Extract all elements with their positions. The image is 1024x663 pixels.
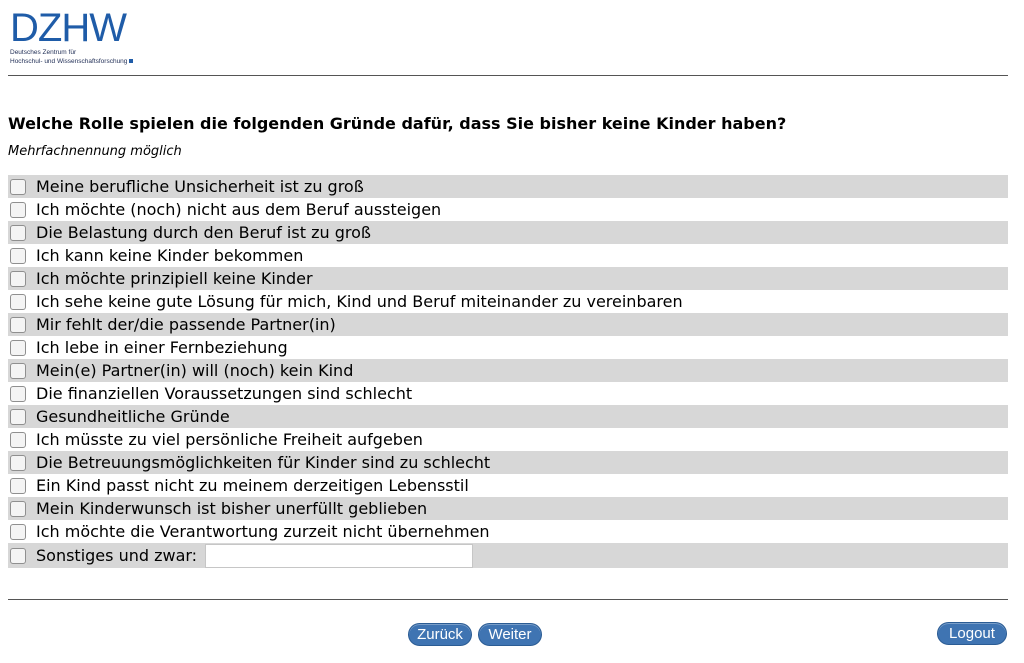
- option-label[interactable]: Die Betreuungsmöglichkeiten für Kinder s…: [36, 453, 490, 472]
- logo-subtitle-line1: Deutsches Zentrum für: [10, 49, 77, 56]
- option-row[interactable]: Ich lebe in einer Fernbeziehung: [8, 336, 1008, 359]
- option-checkbox[interactable]: [10, 500, 26, 517]
- question-instruction: Mehrfachnennung möglich: [8, 144, 182, 159]
- option-row[interactable]: Ich möchte prinzipiell keine Kinder: [8, 267, 1008, 290]
- option-row[interactable]: Ich müsste zu viel persönliche Freiheit …: [8, 428, 1008, 451]
- logo-subtitle: Deutsches Zentrum für Hochschul- und Wis…: [10, 48, 134, 66]
- next-button[interactable]: Weiter: [478, 623, 542, 646]
- option-row[interactable]: Mein Kinderwunsch ist bisher unerfüllt g…: [8, 497, 1008, 520]
- option-label[interactable]: Ich lebe in einer Fernbeziehung: [36, 338, 288, 357]
- option-row[interactable]: Ich kann keine Kinder bekommen: [8, 244, 1008, 267]
- logo-subtitle-line2: Hochschul- und Wissenschaftsforschung: [10, 58, 128, 65]
- option-row[interactable]: Gesundheitliche Gründe: [8, 405, 1008, 428]
- option-checkbox[interactable]: [10, 454, 26, 471]
- options-list: Meine berufliche Unsicherheit ist zu gro…: [8, 175, 1008, 568]
- option-checkbox[interactable]: [10, 247, 26, 264]
- option-row[interactable]: Ich möchte (noch) nicht aus dem Beruf au…: [8, 198, 1008, 221]
- other-label[interactable]: Sonstiges und zwar:: [36, 546, 197, 565]
- logout-button[interactable]: Logout: [937, 622, 1007, 645]
- question-title: Welche Rolle spielen die folgenden Gründ…: [8, 114, 787, 133]
- option-label[interactable]: Meine berufliche Unsicherheit ist zu gro…: [36, 177, 364, 196]
- other-text-input[interactable]: [205, 543, 474, 568]
- header: DZHW Deutsches Zentrum für Hochschul- un…: [8, 6, 1008, 74]
- option-row[interactable]: Mein(e) Partner(in) will (noch) kein Kin…: [8, 359, 1008, 382]
- option-row[interactable]: Mir fehlt der/die passende Partner(in): [8, 313, 1008, 336]
- option-label[interactable]: Mein Kinderwunsch ist bisher unerfüllt g…: [36, 499, 427, 518]
- logo-square-icon: [129, 59, 134, 63]
- option-label[interactable]: Ich möchte (noch) nicht aus dem Beruf au…: [36, 200, 441, 219]
- option-row[interactable]: Meine berufliche Unsicherheit ist zu gro…: [8, 175, 1008, 198]
- option-checkbox[interactable]: [10, 477, 26, 494]
- option-checkbox[interactable]: [10, 201, 26, 218]
- dzhw-logo: DZHW Deutsches Zentrum für Hochschul- un…: [8, 6, 148, 68]
- option-row[interactable]: Ich sehe keine gute Lösung für mich, Kin…: [8, 290, 1008, 313]
- option-checkbox[interactable]: [10, 178, 26, 195]
- option-checkbox[interactable]: [10, 408, 26, 425]
- option-label[interactable]: Ich sehe keine gute Lösung für mich, Kin…: [36, 292, 683, 311]
- option-label[interactable]: Ich möchte die Verantwortung zurzeit nic…: [36, 522, 490, 541]
- back-button[interactable]: Zurück: [408, 623, 472, 646]
- option-label[interactable]: Ich möchte prinzipiell keine Kinder: [36, 269, 313, 288]
- option-row[interactable]: Die Betreuungsmöglichkeiten für Kinder s…: [8, 451, 1008, 474]
- option-label[interactable]: Ich müsste zu viel persönliche Freiheit …: [36, 430, 423, 449]
- option-label[interactable]: Ich kann keine Kinder bekommen: [36, 246, 303, 265]
- logo-text: DZHW: [10, 6, 127, 50]
- option-checkbox[interactable]: [10, 316, 26, 333]
- option-label[interactable]: Ein Kind passt nicht zu meinem derzeitig…: [36, 476, 469, 495]
- option-row[interactable]: Ein Kind passt nicht zu meinem derzeitig…: [8, 474, 1008, 497]
- option-checkbox[interactable]: [10, 523, 26, 540]
- header-divider: [8, 75, 1008, 76]
- option-label[interactable]: Gesundheitliche Gründe: [36, 407, 230, 426]
- option-label[interactable]: Die Belastung durch den Beruf ist zu gro…: [36, 223, 371, 242]
- option-label[interactable]: Mir fehlt der/die passende Partner(in): [36, 315, 336, 334]
- other-checkbox[interactable]: [10, 547, 26, 564]
- option-checkbox[interactable]: [10, 270, 26, 287]
- option-checkbox[interactable]: [10, 224, 26, 241]
- option-row-other[interactable]: Sonstiges und zwar:: [8, 543, 1008, 568]
- option-row[interactable]: Die finanziellen Voraussetzungen sind sc…: [8, 382, 1008, 405]
- option-checkbox[interactable]: [10, 293, 26, 310]
- option-checkbox[interactable]: [10, 431, 26, 448]
- footer-divider: [8, 599, 1008, 600]
- option-checkbox[interactable]: [10, 339, 26, 356]
- option-row[interactable]: Ich möchte die Verantwortung zurzeit nic…: [8, 520, 1008, 543]
- option-checkbox[interactable]: [10, 362, 26, 379]
- option-label[interactable]: Die finanziellen Voraussetzungen sind sc…: [36, 384, 412, 403]
- option-checkbox[interactable]: [10, 385, 26, 402]
- option-row[interactable]: Die Belastung durch den Beruf ist zu gro…: [8, 221, 1008, 244]
- option-label[interactable]: Mein(e) Partner(in) will (noch) kein Kin…: [36, 361, 353, 380]
